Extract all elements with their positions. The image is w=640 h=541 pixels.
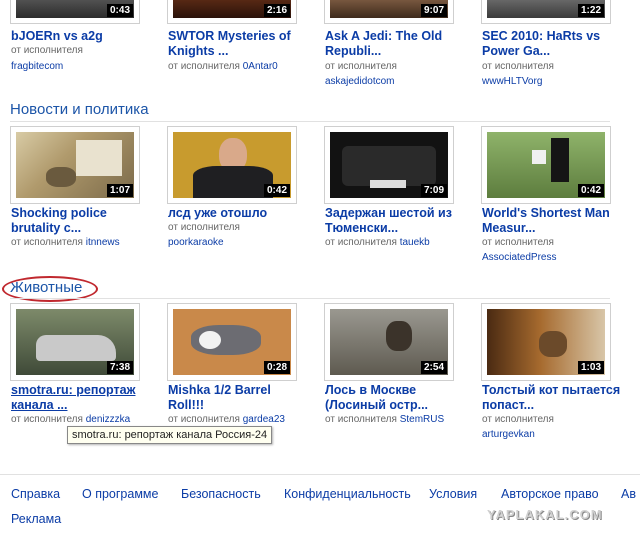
uploader-label: от исполнителя gardea23 — [168, 414, 285, 425]
duration-badge: 1:22 — [577, 4, 604, 17]
video-title-link[interactable]: Ask A Jedi: The Old Republi... — [325, 29, 465, 59]
footer-link-about[interactable]: О программе — [82, 487, 158, 501]
duration-badge: 1:03 — [577, 361, 604, 374]
video-title-link[interactable]: Shocking police brutality c... — [11, 206, 151, 236]
video-title-link[interactable]: bJOERn vs a2g — [11, 29, 151, 44]
uploader-link[interactable]: arturgevkan — [482, 429, 535, 440]
uploader-link[interactable]: tauekb — [400, 237, 430, 248]
video-thumbnail[interactable]: 0:28 — [167, 303, 297, 381]
uploader-label: от исполнителя denizzzka — [11, 414, 131, 425]
video-title-link[interactable]: лсд уже отошло — [168, 206, 308, 221]
duration-badge: 2:16 — [263, 4, 290, 17]
video-title-link[interactable]: Лось в Москве (Лосиный остр... — [325, 383, 465, 413]
duration-badge: 9:07 — [420, 4, 447, 17]
footer-link-privacy[interactable]: Конфиденциальность — [284, 487, 411, 501]
duration-badge: 7:38 — [106, 361, 133, 374]
footer-link-copyright[interactable]: Авторское право — [501, 487, 599, 501]
uploader-label: от исполнителя — [482, 237, 554, 248]
footer-link-terms[interactable]: Условия — [429, 487, 477, 501]
video-title-link[interactable]: Mishka 1/2 Barrel Roll!!! — [168, 383, 308, 413]
uploader-label: от исполнителя tauekb — [325, 237, 430, 248]
footer-divider — [0, 474, 640, 475]
uploader-link[interactable]: itnnews — [86, 237, 120, 248]
duration-badge: 7:09 — [420, 184, 447, 197]
video-title-link[interactable]: Толстый кот пытается попаст... — [482, 383, 622, 413]
section-divider — [10, 298, 610, 299]
uploader-link[interactable]: askajedidotcom — [325, 76, 394, 87]
tooltip: smotra.ru: репортаж канала Россия-24 — [67, 426, 273, 444]
uploader-link[interactable]: AssociatedPress — [482, 252, 556, 263]
uploader-label: от исполнителя — [482, 61, 554, 72]
video-thumbnail[interactable]: 2:54 — [324, 303, 454, 381]
duration-badge: 0:43 — [106, 4, 133, 17]
uploader-label: от исполнителя — [482, 414, 554, 425]
uploader-link[interactable]: fragbitecom — [11, 61, 63, 72]
watermark-logo: YAPLAKAL.COM — [487, 507, 603, 522]
footer-link-safety[interactable]: Безопасность — [181, 487, 261, 501]
video-thumbnail[interactable]: 7:38 — [10, 303, 140, 381]
video-thumbnail[interactable]: 0:42 — [481, 126, 611, 204]
uploader-label: от исполнителя itnnews — [11, 237, 120, 248]
uploader-link[interactable]: StemRUS — [400, 414, 444, 425]
uploader-link[interactable]: 0Antar0 — [243, 61, 278, 72]
video-thumbnail[interactable]: 7:09 — [324, 126, 454, 204]
video-thumbnail[interactable]: 1:22 — [481, 0, 611, 24]
duration-badge: 1:07 — [106, 184, 133, 197]
uploader-label: от исполнителя StemRUS — [325, 414, 445, 425]
uploader-link[interactable]: poorkaraoke — [168, 237, 224, 248]
video-thumbnail[interactable]: 1:03 — [481, 303, 611, 381]
video-title-link[interactable]: World's Shortest Man Measur... — [482, 206, 622, 236]
footer-link-cutoff[interactable]: Ав — [621, 487, 636, 501]
video-thumbnail[interactable]: 9:07 — [324, 0, 454, 24]
uploader-label: от исполнителя — [325, 61, 397, 72]
uploader-link[interactable]: denizzzka — [86, 414, 130, 425]
video-thumbnail[interactable]: 0:43 — [10, 0, 140, 24]
video-thumbnail[interactable]: 1:07 — [10, 126, 140, 204]
section-title-news[interactable]: Новости и политика — [10, 101, 149, 118]
video-thumbnail[interactable]: 2:16 — [167, 0, 297, 24]
uploader-label: от исполнителя — [11, 45, 83, 56]
section-divider — [10, 121, 610, 122]
duration-badge: 0:42 — [577, 184, 604, 197]
video-title-link[interactable]: SWTOR Mysteries of Knights ... — [168, 29, 308, 59]
duration-badge: 2:54 — [420, 361, 447, 374]
footer-link-advertising[interactable]: Реклама — [11, 512, 61, 526]
uploader-label: от исполнителя 0Antar0 — [168, 61, 278, 72]
video-title-link[interactable]: SEC 2010: HaRts vs Power Ga... — [482, 29, 622, 59]
uploader-link[interactable]: wwwHLTVorg — [482, 76, 542, 87]
duration-badge: 0:42 — [263, 184, 290, 197]
uploader-link[interactable]: gardea23 — [243, 414, 285, 425]
video-title-link[interactable]: smotra.ru: репортаж канала ... — [11, 383, 151, 413]
uploader-label: от исполнителя — [168, 222, 240, 233]
video-title-link[interactable]: Задержан шестой из Тюменски... — [325, 206, 465, 236]
duration-badge: 0:28 — [263, 361, 290, 374]
footer-link-help[interactable]: Справка — [11, 487, 60, 501]
video-thumbnail[interactable]: 0:42 — [167, 126, 297, 204]
